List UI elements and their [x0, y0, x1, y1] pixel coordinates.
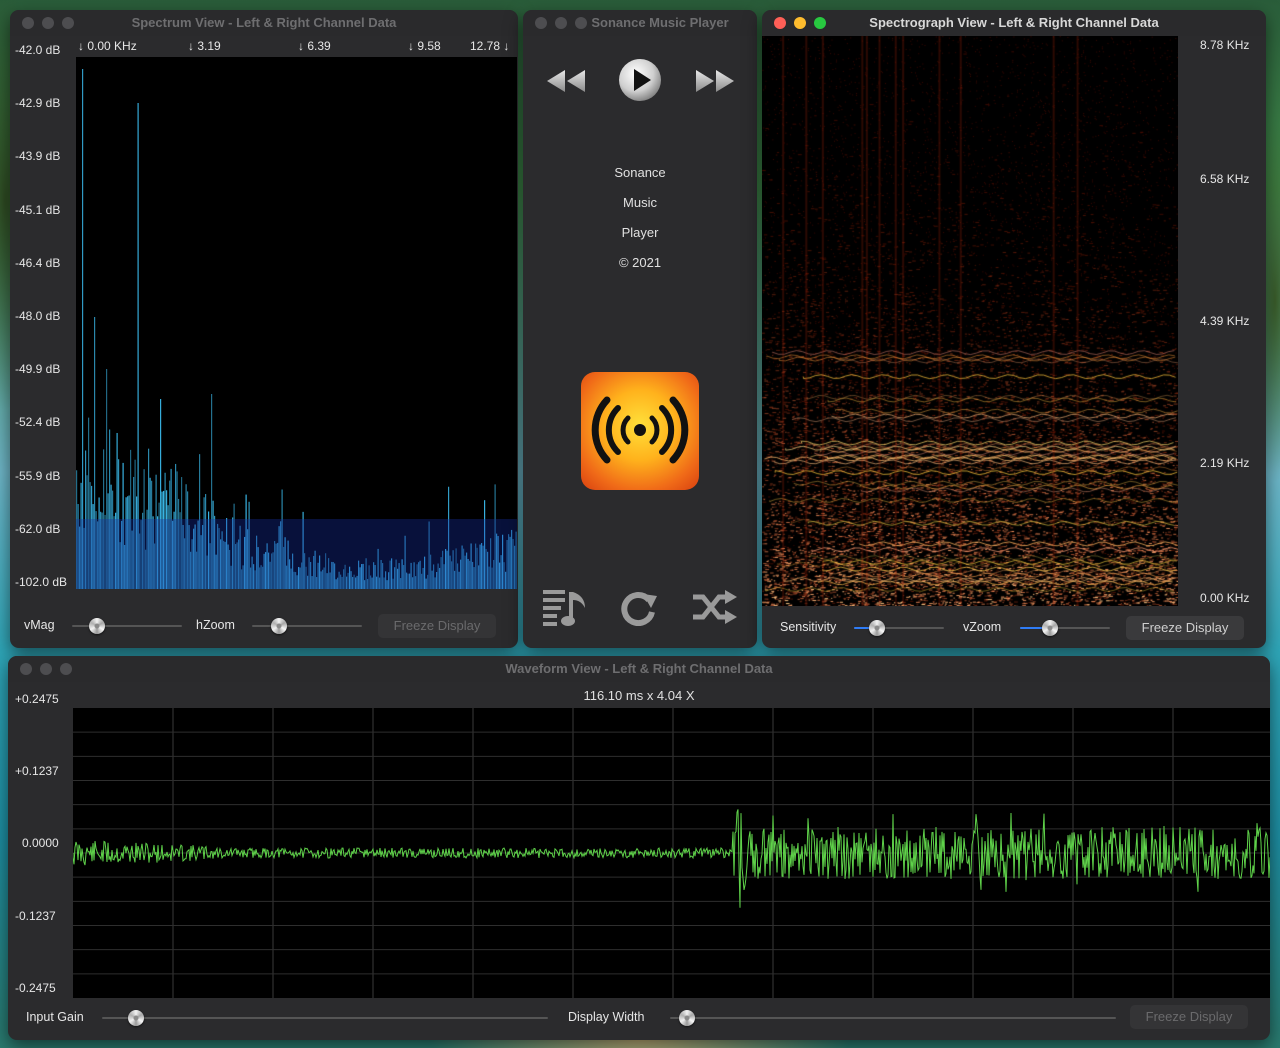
db-tick-label: -48.0 dB: [15, 309, 61, 323]
frequency-tick-label: 4.39 KHz: [1200, 314, 1250, 328]
amplitude-tick-label: +0.1237: [15, 764, 59, 778]
vmag-slider[interactable]: [72, 618, 182, 634]
broadcast-icon: [581, 372, 699, 490]
window-title: Spectrum View - Left & Right Channel Dat…: [131, 15, 397, 30]
shuffle-icon[interactable]: [691, 590, 737, 624]
waveform-trace: [72, 708, 1270, 998]
hzoom-slider[interactable]: [252, 618, 362, 634]
frequency-tick-label: 0.00 KHz: [1200, 591, 1250, 605]
vmag-label: vMag: [24, 618, 55, 632]
waveform-titlebar[interactable]: Waveform View - Left & Right Channel Dat…: [8, 656, 1270, 682]
freeze-display-button[interactable]: Freeze Display: [378, 614, 496, 638]
spectrograph-window: Spectrograph View - Left & Right Channel…: [762, 10, 1266, 648]
freeze-display-button[interactable]: Freeze Display: [1126, 616, 1244, 640]
frequency-tick-label: 8.78 KHz: [1200, 38, 1250, 52]
spectrograph-heatmap: [762, 36, 1178, 606]
slider-knob[interactable]: [678, 1010, 695, 1026]
slider-knob[interactable]: [1042, 620, 1059, 636]
spectrograph-plot: [762, 36, 1178, 606]
about-line: © 2021: [618, 255, 662, 270]
about-line: Sonance: [614, 165, 666, 180]
db-tick-label: -49.9 dB: [15, 362, 61, 377]
frequency-tick-label: ↓ 6.39: [298, 39, 331, 53]
about-line: Player: [621, 225, 659, 240]
db-tick-label: -43.9 dB: [15, 149, 61, 164]
display-width-slider[interactable]: [670, 1010, 1116, 1026]
vzoom-label: vZoom: [963, 620, 1002, 634]
waveform-window: Waveform View - Left & Right Channel Dat…: [8, 656, 1270, 1040]
repeat-icon[interactable]: [619, 590, 659, 626]
db-tick-label: -42.0 dB: [15, 43, 61, 57]
player-window: Sonance Music Player Sonance Music Playe…: [523, 10, 757, 648]
spectrum-window: Spectrum View - Left & Right Channel Dat…: [10, 10, 518, 648]
db-tick-label: -46.4 dB: [15, 255, 61, 270]
frequency-tick-label: 6.58 KHz: [1200, 172, 1250, 186]
waveform-plot: [72, 708, 1270, 998]
spectrum-plot: [76, 57, 517, 589]
freeze-display-button[interactable]: Freeze Display: [1130, 1005, 1248, 1029]
amplitude-tick-label: -0.2475: [15, 981, 56, 995]
input-gain-slider[interactable]: [102, 1010, 548, 1026]
play-icon[interactable]: [618, 58, 662, 102]
about-line: Music: [623, 195, 657, 210]
input-gain-label: Input Gain: [26, 1010, 84, 1024]
amplitude-tick-label: -0.1237: [15, 909, 56, 923]
player-titlebar[interactable]: Sonance Music Player: [523, 10, 757, 36]
hzoom-label: hZoom: [196, 618, 235, 632]
window-title: Waveform View - Left & Right Channel Dat…: [505, 661, 773, 676]
spectrum-titlebar[interactable]: Spectrum View - Left & Right Channel Dat…: [10, 10, 518, 36]
db-tick-label: -102.0 dB: [15, 575, 68, 589]
window-title: Sonance Music Player: [591, 15, 729, 30]
window-title: Spectrograph View - Left & Right Channel…: [869, 15, 1159, 30]
slider-knob[interactable]: [127, 1010, 144, 1026]
slider-knob[interactable]: [270, 618, 287, 634]
frequency-tick-label: ↓ 3.19: [188, 39, 221, 53]
db-tick-label: -52.4 dB: [15, 415, 61, 430]
playlist-icon[interactable]: [541, 586, 589, 630]
slider-knob[interactable]: [868, 620, 885, 636]
db-tick-label: -62.0 dB: [15, 521, 61, 536]
sensitivity-slider[interactable]: [854, 620, 944, 636]
frequency-tick-label: 12.78 ↓: [470, 39, 510, 53]
sensitivity-label: Sensitivity: [780, 620, 837, 634]
vzoom-slider[interactable]: [1020, 620, 1110, 636]
spectrograph-titlebar[interactable]: Spectrograph View - Left & Right Channel…: [762, 10, 1266, 36]
db-tick-label: -45.1 dB: [15, 202, 61, 217]
fast-forward-icon[interactable]: [694, 68, 736, 94]
frequency-tick-label: 2.19 KHz: [1200, 456, 1250, 470]
frequency-tick-label: ↓ 0.00 KHz: [78, 39, 137, 53]
rewind-icon[interactable]: [545, 68, 587, 94]
db-tick-label: -42.9 dB: [15, 96, 61, 111]
display-width-label: Display Width: [568, 1010, 645, 1024]
amplitude-tick-label: 0.0000: [22, 836, 59, 850]
db-tick-label: -55.9 dB: [15, 468, 61, 483]
frequency-tick-label: ↓ 9.58: [408, 39, 441, 53]
amplitude-tick-label: +0.2475: [15, 692, 59, 706]
spectrum-bars: [76, 69, 517, 589]
slider-knob[interactable]: [88, 618, 105, 634]
waveform-readout: 116.10 ms x 4.04 X: [583, 688, 695, 703]
